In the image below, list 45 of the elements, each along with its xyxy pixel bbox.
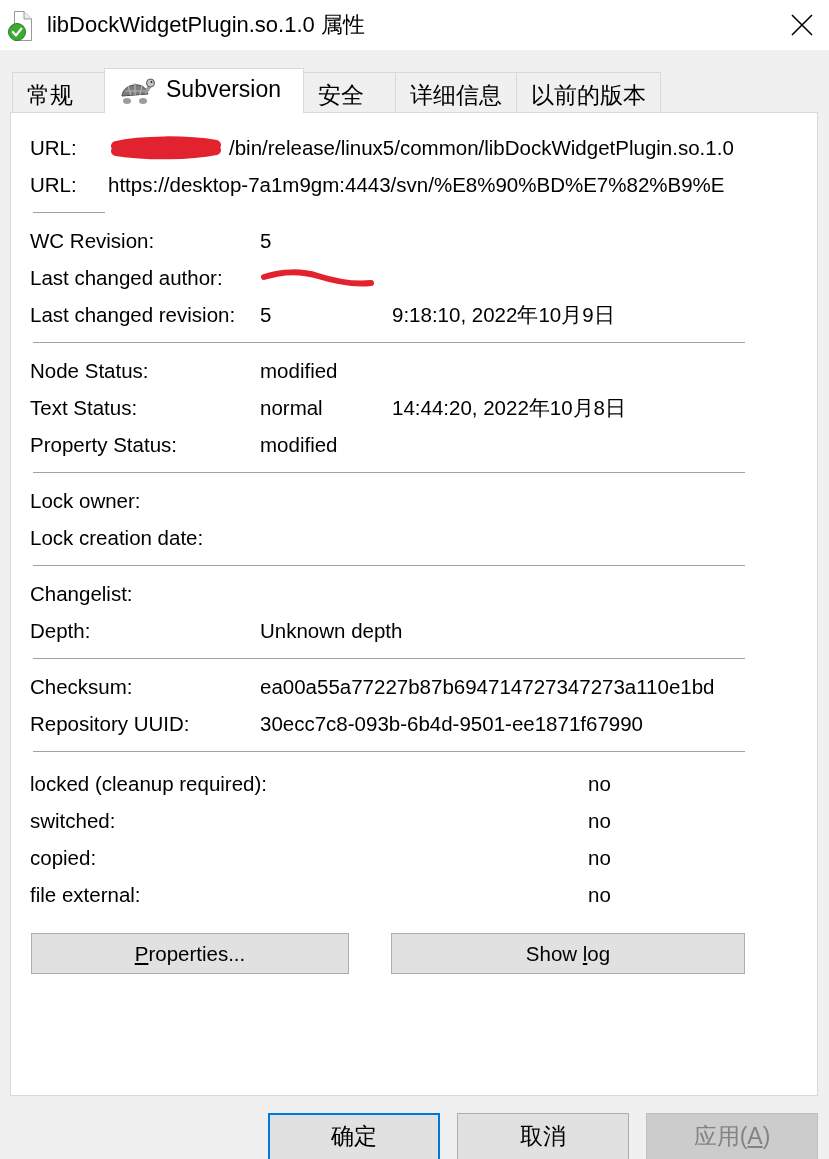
action-button[interactable]: Show log [391,933,745,974]
field-value: /bin/release/linux5/common/libDockWidgetPlugin.so.1.0 [229,135,734,160]
field-label: Changelist: [30,581,134,606]
field-label: Node Status: [30,358,150,383]
date-value: 9:18:10, 2022年10月9日 [392,301,615,328]
field-value: https://desktop-7a1m9gm:4443/svn/%E8%90%BD%E7%82%B9%E [108,172,725,197]
field-value: 5 [260,302,273,327]
date-value: 14:44:20, 2022年10月8日 [392,394,626,421]
field-label: Property Status: [30,432,178,457]
field-label: Last changed author: [30,265,224,290]
field-value: no [588,882,611,907]
field-label: URL: [30,135,78,160]
field-value: ea00a55a77227b87b694714727347273a110e1bd [260,674,715,699]
field-value: modified [260,432,339,457]
field-value: Unknown depth [260,618,403,643]
action-button[interactable]: Properties... [31,933,349,974]
field-value: modified [260,358,339,383]
field-value: no [588,845,611,870]
dialog-button[interactable]: 取消 [457,1113,629,1159]
field-label: Checksum: [30,674,134,699]
file-check-icon [8,11,32,41]
field-label: Last changed revision: [30,302,237,327]
field-value: 30ecc7c8-093b-6b4d-9501-ee1871f67990 [260,711,643,736]
close-icon [791,14,813,36]
field-value: no [588,771,611,796]
field-label: file external: [30,882,142,907]
field-value: no [588,808,611,833]
window-title: libDockWidgetPlugin.so.1.0 属性 [47,11,366,39]
tab[interactable]: 以前的版本 [516,72,662,112]
tab[interactable]: 常规 [12,72,105,112]
dialog-button[interactable]: 确定 [268,1113,440,1159]
field-label: Lock creation date: [30,525,205,550]
field-label: switched: [30,808,117,833]
field-label: locked (cleanup required): [30,771,269,796]
field-label: Depth: [30,618,92,643]
field-label: WC Revision: [30,228,156,253]
tab[interactable]: Subversion [104,68,305,113]
field-label: Repository UUID: [30,711,191,736]
field-label: URL: [30,172,78,197]
field-label: copied: [30,845,98,870]
field-label: Text Status: [30,395,139,420]
close-button[interactable] [791,14,813,36]
field-value: 5 [260,228,273,253]
field-value: normal [260,395,324,420]
field-label: Lock owner: [30,488,142,513]
